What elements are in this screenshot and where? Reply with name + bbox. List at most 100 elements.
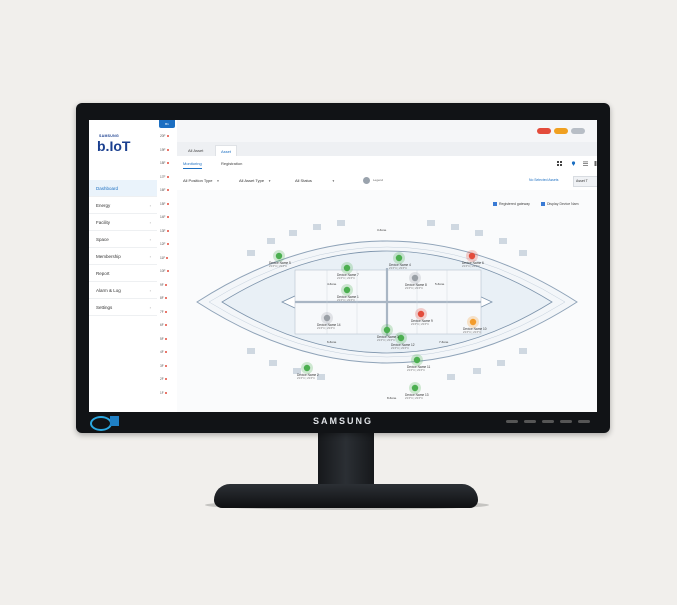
alert-dot-icon <box>164 378 167 381</box>
status-select[interactable]: All Status ▼ <box>295 177 335 185</box>
floor-item[interactable]: 19F <box>160 148 169 152</box>
filter-bar: All Position Type ▼ All Asset Type ▼ All S… <box>177 172 597 191</box>
asset-type-select[interactable]: All Asset Type ▼ <box>239 177 271 185</box>
menu-button[interactable] <box>506 420 518 423</box>
alert-dot-icon <box>166 148 169 151</box>
alert-dot-icon <box>164 310 167 313</box>
subtab-monitoring[interactable]: Monitoring <box>183 161 202 169</box>
status-badge[interactable] <box>571 128 585 134</box>
floor-item[interactable]: 2F <box>160 377 167 381</box>
floor-item[interactable]: 3F <box>160 364 167 368</box>
device-reading: 23.5°C | 23.5°C <box>405 397 424 400</box>
position-type-select[interactable]: All Position Type ▼ <box>183 177 219 185</box>
floor-label: 17F <box>160 174 166 179</box>
sidebar-item-dashboard[interactable]: Dashboard <box>89 180 157 197</box>
device-marker-ok[interactable] <box>303 364 311 372</box>
floor-item[interactable]: 1F <box>160 391 167 395</box>
sidebar-item-alarm-log[interactable]: Alarm & Log › <box>89 282 157 299</box>
alert-dot-icon <box>166 216 169 219</box>
floor-item[interactable]: 20F <box>160 134 169 138</box>
sidebar-item-settings[interactable]: Settings › <box>89 299 157 316</box>
sidebar-item-space[interactable]: Space › <box>89 231 157 248</box>
device-marker-ok[interactable] <box>275 252 283 260</box>
asset-type-button[interactable]: Asset T <box>573 176 597 187</box>
device-reading: 23.5°C | 23.5°C <box>269 265 288 268</box>
detail-view-icon[interactable] <box>593 161 597 166</box>
sidebar: SAMSUNG b.IoT Dashboard Energy › Facility › S… <box>89 120 158 412</box>
sidebar-item-label: Report <box>96 271 110 276</box>
floor-label: 14F <box>160 215 166 219</box>
device-marker-error[interactable] <box>468 252 476 260</box>
sidebar-item-membership[interactable]: Membership › <box>89 248 157 265</box>
alert-dot-icon <box>166 202 169 205</box>
status-badge[interactable] <box>537 128 551 134</box>
sidebar-item-energy[interactable]: Energy › <box>89 197 157 214</box>
status-label: All Status <box>295 178 312 183</box>
device-marker-ok[interactable] <box>343 264 351 272</box>
sidebar-item-label: Space <box>96 237 109 242</box>
floor-item[interactable]: 17F <box>160 175 169 179</box>
alert-dot-icon <box>164 297 167 300</box>
chevron-right-icon: › <box>149 305 151 310</box>
device-reading: 23.5°C | 23.5°C <box>407 369 426 372</box>
floor-item[interactable]: 15F <box>160 202 169 206</box>
floor-label: 11F <box>160 255 166 260</box>
floor-map[interactable]: Registered gateway Display Device Nam 3.… <box>177 190 597 412</box>
sidebar-item-facility[interactable]: Facility › <box>89 214 157 231</box>
floor-item[interactable]: 16F <box>160 188 169 192</box>
floor-item[interactable]: 13F <box>160 229 169 233</box>
device-marker-ok[interactable] <box>413 356 421 364</box>
subtab-registration[interactable]: Registration <box>221 161 242 166</box>
device-marker-ok[interactable] <box>343 286 351 294</box>
floor-current-label: B1 <box>165 122 169 126</box>
device-marker-ok[interactable] <box>383 326 391 334</box>
device-marker-error[interactable] <box>417 310 425 318</box>
alert-dot-icon <box>164 337 167 340</box>
device-marker-ok[interactable] <box>395 254 403 262</box>
alert-dot-icon <box>166 256 169 259</box>
list-view-icon[interactable] <box>583 161 588 166</box>
floor-item[interactable]: 12F <box>160 242 169 246</box>
floor-item[interactable]: 6F <box>160 323 167 327</box>
device-marker-off[interactable] <box>411 274 419 282</box>
chevron-right-icon: › <box>149 237 151 242</box>
top-bar <box>177 120 597 143</box>
floor-item[interactable]: 8F <box>160 296 167 300</box>
up-button[interactable] <box>542 420 554 423</box>
floor-label: 1F <box>160 390 164 395</box>
device-marker-ok[interactable] <box>411 384 419 392</box>
floor-label: 8F <box>160 296 164 300</box>
floor-current[interactable]: B1 <box>159 120 175 128</box>
floor-item[interactable]: 10F <box>160 269 169 273</box>
selected-assets-link[interactable]: No Selected Assets <box>529 178 558 182</box>
legend-icon[interactable] <box>363 177 370 184</box>
status-badge[interactable] <box>554 128 568 134</box>
down-button[interactable] <box>524 420 536 423</box>
device-reading: 23.5°C | 23.5°C <box>337 277 356 280</box>
floor-item[interactable]: 14F <box>160 215 169 219</box>
app-logo[interactable]: b.IoT <box>97 138 130 154</box>
tab-all-asset[interactable]: All Asset <box>183 145 208 156</box>
source-button[interactable] <box>560 420 572 423</box>
chevron-down-icon: ▼ <box>268 179 272 183</box>
monitor-neck <box>318 433 374 491</box>
floor-item[interactable]: 18F <box>160 161 169 165</box>
map-pin-icon[interactable] <box>571 161 576 166</box>
floor-item[interactable]: 4F <box>160 350 167 354</box>
floor-item[interactable]: 5F <box>160 337 167 341</box>
device-label: Device Name 3 23.5°C | 23.5°C <box>377 335 399 342</box>
sidebar-item-report[interactable]: Report <box>89 265 157 282</box>
power-button[interactable] <box>578 420 590 423</box>
device-reading: 23.5°C | 23.5°C <box>337 299 356 302</box>
device-label: Device Name 8 23.5°C | 23.5°C <box>405 283 427 290</box>
device-reading: 23.5°C | 23.5°C <box>462 265 481 268</box>
chevron-down-icon: ▼ <box>216 179 220 183</box>
device-label: Device Name 4 23.5°C | 23.5°C <box>389 263 411 270</box>
floor-item[interactable]: 9F <box>160 283 167 287</box>
device-marker-off[interactable] <box>323 314 331 322</box>
floor-item[interactable]: 7F <box>160 310 167 314</box>
floor-item[interactable]: 11F <box>160 255 169 260</box>
grid-view-icon[interactable] <box>557 161 562 166</box>
device-marker-warning[interactable] <box>469 318 477 326</box>
alert-dot-icon <box>166 135 169 138</box>
